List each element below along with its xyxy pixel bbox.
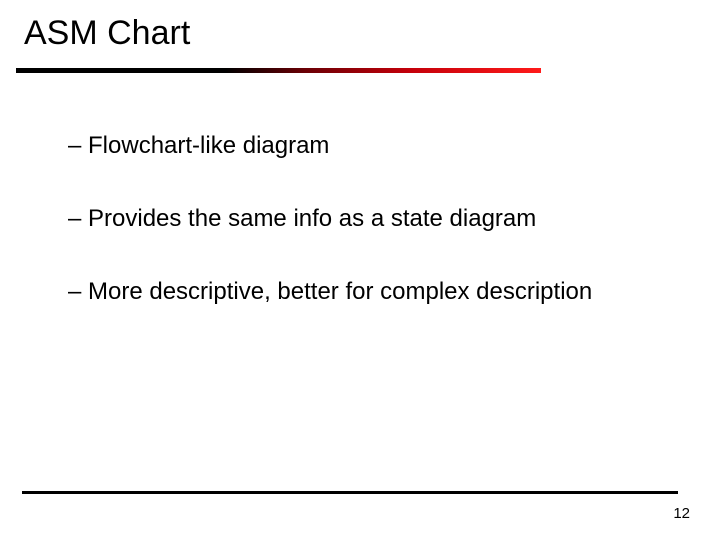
bullet-list: – Flowchart-like diagram – Provides the … [68,130,668,350]
page-number: 12 [673,505,690,522]
slide-title: ASM Chart [24,14,190,53]
list-item: – Provides the same info as a state diag… [68,203,668,234]
title-underline [16,68,541,73]
list-item: – More descriptive, better for complex d… [68,276,668,307]
list-item: – Flowchart-like diagram [68,130,668,161]
footer-rule [22,491,678,494]
slide: ASM Chart – Flowchart-like diagram – Pro… [0,0,720,540]
